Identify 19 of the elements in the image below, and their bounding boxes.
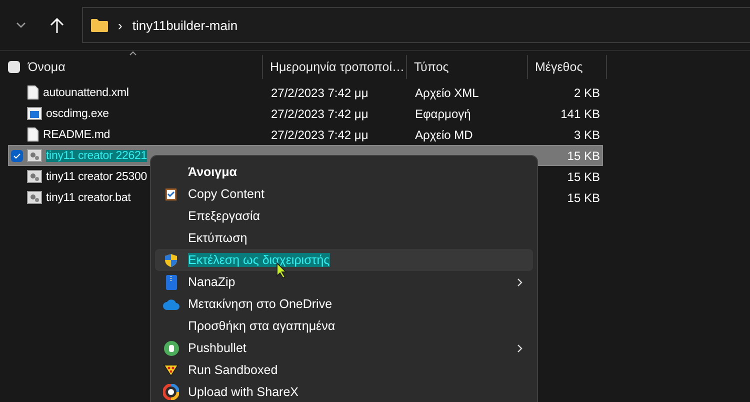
size-cell-text: 3 KB <box>572 128 601 142</box>
date-cell-text: 27/2/2023 7:42 μμ <box>270 128 370 142</box>
date-cell-text: 27/2/2023 7:42 μμ <box>270 86 370 100</box>
type-cell-text: Αρχείο XML <box>414 86 480 100</box>
breadcrumb-separator: › <box>118 18 122 32</box>
size-cell-text: 15 KB <box>566 170 601 184</box>
file-name: oscdimg.exe <box>46 108 109 120</box>
size-cell-text: 15 KB <box>566 148 601 162</box>
type-cell-text: Αρχείο MD <box>414 128 474 142</box>
size-cell-text: 141 KB <box>560 106 601 120</box>
date-cell-text: 27/2/2023 7:42 μμ <box>270 106 370 120</box>
file-name: autounattend.xml <box>43 86 129 98</box>
file-name: tiny11 creator 25300 <box>46 170 147 182</box>
file-name: tiny11 creator.bat <box>46 192 131 204</box>
size-cell-text: 2 KB <box>572 86 601 100</box>
file-name: README.md <box>43 128 110 140</box>
file-name: tiny11 creator 22621 <box>46 150 147 162</box>
type-cell-text: Εφαρμογή <box>414 106 472 120</box>
size-cell-text: 15 KB <box>566 190 601 204</box>
